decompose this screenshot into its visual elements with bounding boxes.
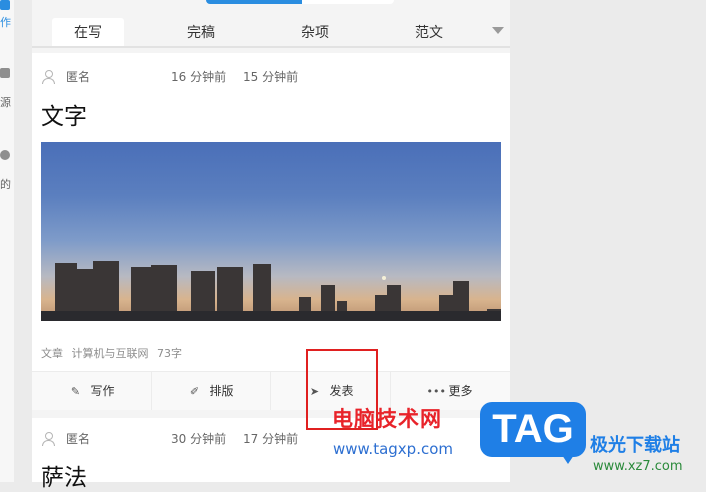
pencil-icon: ✎ xyxy=(70,385,81,398)
view-toggle-active-segment[interactable] xyxy=(206,0,302,4)
created-time: 16 分钟前 xyxy=(171,70,227,84)
tab-misc[interactable]: 杂项 xyxy=(279,18,351,46)
layout-button[interactable]: ✐ 排版 xyxy=(151,372,271,410)
author-name: 匿名 xyxy=(66,432,91,446)
document-title[interactable]: 文字 xyxy=(41,97,87,131)
created-time: 30 分钟前 xyxy=(171,432,227,446)
left-rail: 作 源 的 xyxy=(0,0,14,482)
updated-time: 17 分钟前 xyxy=(243,432,299,446)
tab-finished[interactable]: 完稿 xyxy=(165,18,237,46)
rail-item-label: 的 xyxy=(0,178,11,191)
rail-item-label: 源 xyxy=(0,96,11,109)
watermark-brand: 极光下载站 xyxy=(590,435,680,456)
profile-icon xyxy=(0,150,10,160)
watermark-logo-tail xyxy=(560,452,576,464)
user-icon xyxy=(42,70,55,84)
document-title[interactable]: 萨法 xyxy=(41,458,87,492)
watermark-text: 电脑技术网 xyxy=(332,407,442,431)
status-tabs: 在写 完稿 杂项 范文 xyxy=(32,18,510,48)
write-icon xyxy=(0,0,10,10)
source-icon xyxy=(0,68,10,78)
document-type: 文章 xyxy=(41,347,63,360)
tab-writing[interactable]: 在写 xyxy=(52,18,124,46)
updated-time: 15 分钟前 xyxy=(243,70,299,84)
watermark-url: www.tagxp.com xyxy=(333,440,453,458)
view-toggle[interactable] xyxy=(206,0,394,4)
word-count: 73字 xyxy=(157,347,182,360)
watermark-site: www.xz7.com xyxy=(593,459,683,474)
brush-icon: ✐ xyxy=(189,385,200,398)
cover-image xyxy=(41,142,501,321)
tab-samples[interactable]: 范文 xyxy=(393,18,465,46)
user-icon xyxy=(42,432,55,446)
watermark-logo: TAG xyxy=(480,402,586,457)
write-button[interactable]: ✎ 写作 xyxy=(32,372,152,410)
tabs-dropdown-icon[interactable] xyxy=(492,27,504,34)
author-name: 匿名 xyxy=(66,70,91,84)
document-card[interactable]: 匿名 16 分钟前 15 分钟前 文字 文章 计算机与互联网 73字 ✎ 写作 … xyxy=(32,53,510,410)
rail-item-label: 作 xyxy=(0,16,11,29)
document-stats: 文章 计算机与互联网 73字 xyxy=(41,345,187,361)
document-category: 计算机与互联网 xyxy=(71,347,149,360)
